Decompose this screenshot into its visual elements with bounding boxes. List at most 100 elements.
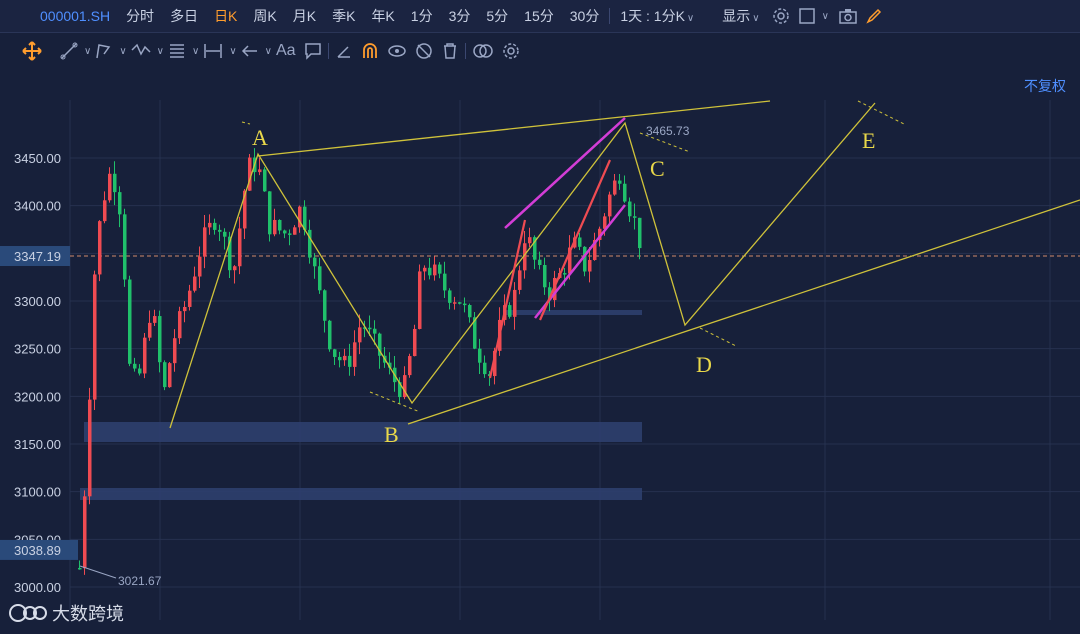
adjust-toggle[interactable]: 不复权 bbox=[1024, 76, 1066, 96]
candle-body bbox=[588, 260, 592, 272]
y-tick-label: 3400.00 bbox=[14, 199, 61, 214]
candle-body bbox=[268, 191, 272, 235]
period-weekly-k[interactable]: 周K bbox=[245, 6, 284, 26]
trash-icon[interactable] bbox=[441, 41, 459, 61]
y-tick-label: 3100.00 bbox=[14, 485, 61, 500]
chevron-down-icon[interactable]: ∨ bbox=[84, 46, 91, 57]
measure-tool-icon[interactable] bbox=[203, 41, 223, 61]
y-tick-label: 3150.00 bbox=[14, 437, 61, 452]
candle-body bbox=[98, 221, 102, 275]
candle-body bbox=[583, 246, 587, 272]
range-select-label: 1天 : 1分K bbox=[620, 8, 685, 24]
candle-body bbox=[88, 399, 92, 497]
chevron-down-icon[interactable]: ∨ bbox=[229, 46, 236, 57]
period-1min[interactable]: 1分 bbox=[403, 6, 441, 26]
symbol-code[interactable]: 000001.SH bbox=[0, 8, 118, 24]
fibonacci-tool-icon[interactable] bbox=[168, 41, 186, 61]
compare-icon[interactable] bbox=[472, 41, 494, 61]
candle-body bbox=[128, 279, 132, 364]
candle-body bbox=[358, 327, 362, 343]
wave-path bbox=[169, 102, 876, 429]
period-quarterly-k[interactable]: 季K bbox=[324, 6, 363, 26]
period-30min[interactable]: 30分 bbox=[562, 6, 608, 26]
candle-body bbox=[518, 270, 522, 290]
period-daily-k[interactable]: 日K bbox=[206, 6, 245, 26]
candle-body bbox=[538, 259, 542, 266]
period-timeshare[interactable]: 分时 bbox=[118, 6, 162, 26]
camera-icon[interactable] bbox=[839, 7, 857, 25]
candle-body bbox=[453, 302, 457, 304]
comment-tool-icon[interactable] bbox=[304, 41, 322, 61]
chevron-down-icon[interactable]: ∨ bbox=[157, 46, 164, 57]
candle-body bbox=[338, 356, 342, 361]
candle-body bbox=[173, 338, 177, 364]
candle-body bbox=[463, 303, 467, 306]
chevron-down-icon[interactable]: ∨ bbox=[119, 46, 126, 57]
candle-body bbox=[408, 356, 412, 376]
wave-tool-icon[interactable] bbox=[131, 41, 151, 61]
candle-body bbox=[458, 302, 462, 304]
candle-body bbox=[263, 169, 267, 192]
wave-marker bbox=[857, 100, 905, 125]
candle-body bbox=[123, 214, 127, 280]
candle-body bbox=[283, 230, 287, 234]
display-menu[interactable]: 显示 ∨ bbox=[702, 6, 767, 26]
display-label: 显示 bbox=[722, 8, 751, 24]
range-select[interactable]: 1天 : 1分K ∨ bbox=[612, 6, 702, 26]
high-annotation: 3465.73 bbox=[646, 124, 690, 138]
candle-body bbox=[613, 180, 617, 195]
chevron-down-icon[interactable]: ∨ bbox=[822, 11, 829, 22]
y-tick-label: 3450.00 bbox=[14, 151, 61, 166]
candle-body bbox=[163, 362, 167, 388]
period-yearly-k[interactable]: 年K bbox=[363, 6, 402, 26]
candle-body bbox=[323, 290, 327, 321]
checkbox-icon[interactable] bbox=[798, 7, 816, 25]
candle-body bbox=[428, 267, 432, 276]
candle-body bbox=[223, 231, 227, 237]
wave-label: A bbox=[252, 125, 268, 150]
drawing-toolbar: ∨ ∨ ∨ ∨ ∨ ∨ Aa bbox=[0, 33, 1080, 69]
period-multiday[interactable]: 多日 bbox=[162, 6, 206, 26]
eraser-tool-icon[interactable] bbox=[335, 41, 353, 61]
text-tool-icon[interactable]: Aa bbox=[276, 41, 296, 61]
top-toolbar: 000001.SH 分时 多日 日K 周K 月K 季K 年K 1分 3分 5分 … bbox=[0, 0, 1080, 33]
settings-icon[interactable] bbox=[772, 7, 790, 25]
candle-body bbox=[443, 273, 447, 291]
eye-icon[interactable] bbox=[387, 41, 407, 61]
wave-label: B bbox=[384, 422, 399, 447]
candle-body bbox=[78, 567, 82, 570]
candle-body bbox=[93, 274, 97, 400]
period-5min[interactable]: 5分 bbox=[478, 6, 516, 26]
candle-body bbox=[183, 306, 187, 312]
candle-body bbox=[623, 183, 627, 202]
y-tick-label: 3000.00 bbox=[14, 580, 61, 595]
period-15min[interactable]: 15分 bbox=[516, 6, 562, 26]
current-price-label: 3347.19 bbox=[14, 249, 61, 264]
wave-marker bbox=[699, 327, 737, 347]
pencil-icon[interactable] bbox=[865, 7, 883, 25]
y-tick-label: 3300.00 bbox=[14, 294, 61, 309]
period-monthly-k[interactable]: 月K bbox=[285, 6, 324, 26]
wave-label: E bbox=[862, 128, 875, 153]
candle-body bbox=[633, 216, 637, 218]
candle-body bbox=[433, 264, 437, 276]
magnet-icon[interactable] bbox=[361, 41, 379, 61]
hide-icon[interactable] bbox=[415, 41, 433, 61]
period-3min[interactable]: 3分 bbox=[441, 6, 479, 26]
support-zone bbox=[84, 422, 642, 442]
candle-body bbox=[148, 322, 152, 338]
candle-body bbox=[203, 227, 207, 257]
polyline-tool-icon[interactable] bbox=[95, 41, 113, 61]
line-tool-icon[interactable] bbox=[60, 41, 78, 61]
arrow-tool-icon[interactable] bbox=[241, 41, 259, 61]
kline-chart[interactable]: 3450.003400.003350.003300.003250.003200.… bbox=[0, 70, 1080, 634]
move-icon[interactable] bbox=[22, 41, 42, 61]
candle-body bbox=[418, 271, 422, 329]
gear-icon[interactable] bbox=[502, 41, 520, 61]
candle-body bbox=[373, 328, 377, 334]
candle-body bbox=[288, 233, 292, 235]
chevron-down-icon[interactable]: ∨ bbox=[265, 46, 272, 57]
chevron-down-icon[interactable]: ∨ bbox=[192, 46, 199, 57]
candle-body bbox=[368, 327, 372, 330]
candle-body bbox=[308, 229, 312, 258]
